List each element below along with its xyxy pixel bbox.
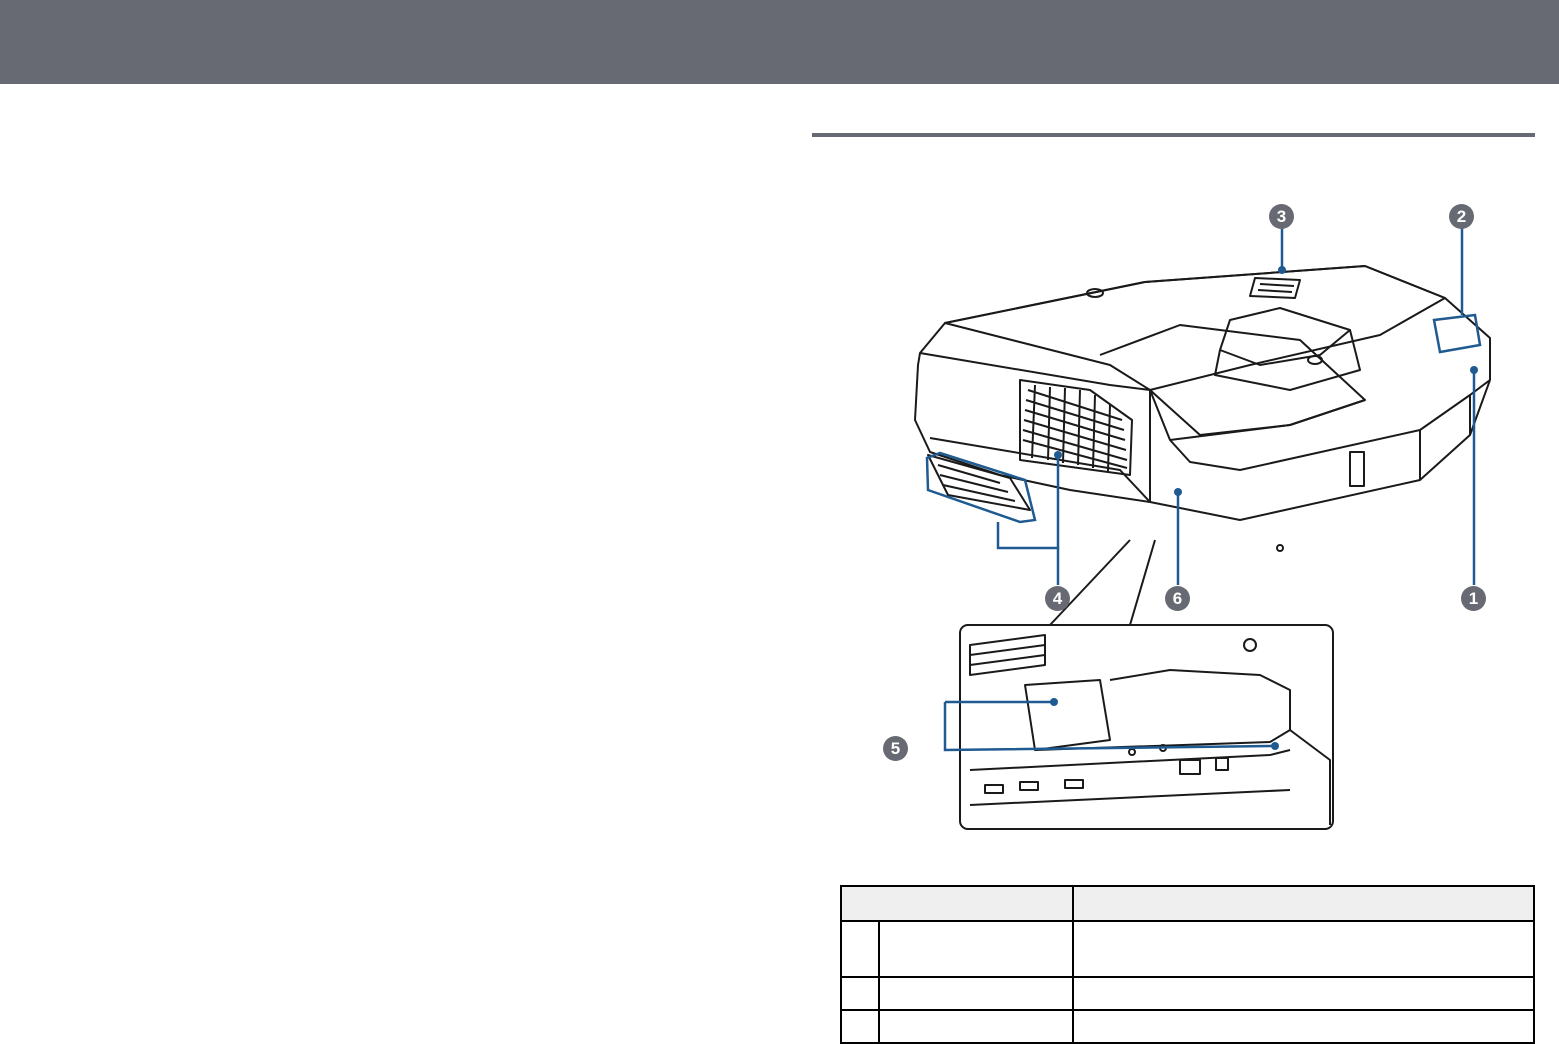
callout-6: 6: [1165, 586, 1190, 611]
dot-5a: [1050, 698, 1058, 706]
callout-1: 1: [1461, 586, 1486, 611]
dot-5b: [1271, 742, 1279, 750]
dot-3: [1278, 266, 1286, 274]
callout-4: 4: [1045, 586, 1070, 611]
table-row: [840, 920, 1535, 978]
row-name: [878, 976, 1074, 1011]
table-header-row: [840, 885, 1535, 922]
row-number: [840, 920, 880, 978]
dot-6: [1174, 488, 1182, 496]
row-number: [840, 976, 880, 1011]
row-function: [1072, 920, 1535, 978]
row-function: [1072, 976, 1535, 1011]
row-function: [1072, 1009, 1535, 1044]
header-bar: [0, 0, 1559, 84]
table-row: [840, 976, 1535, 1011]
row-name: [878, 920, 1074, 978]
header-name: [840, 885, 1074, 922]
section-rule: [812, 133, 1535, 137]
parts-table: [840, 885, 1535, 1044]
callout-5: 5: [883, 736, 908, 761]
table-row: [840, 1009, 1535, 1044]
dot-4: [1054, 451, 1062, 459]
row-number: [840, 1009, 880, 1044]
callout-2: 2: [1449, 204, 1474, 229]
projector-illustration: [914, 228, 1491, 830]
callout-3: 3: [1269, 204, 1294, 229]
header-function: [1072, 885, 1535, 922]
dot-1: [1470, 366, 1478, 374]
projector-diagram: 1 2 3 4 5 6: [820, 190, 1540, 840]
row-name: [878, 1009, 1074, 1044]
